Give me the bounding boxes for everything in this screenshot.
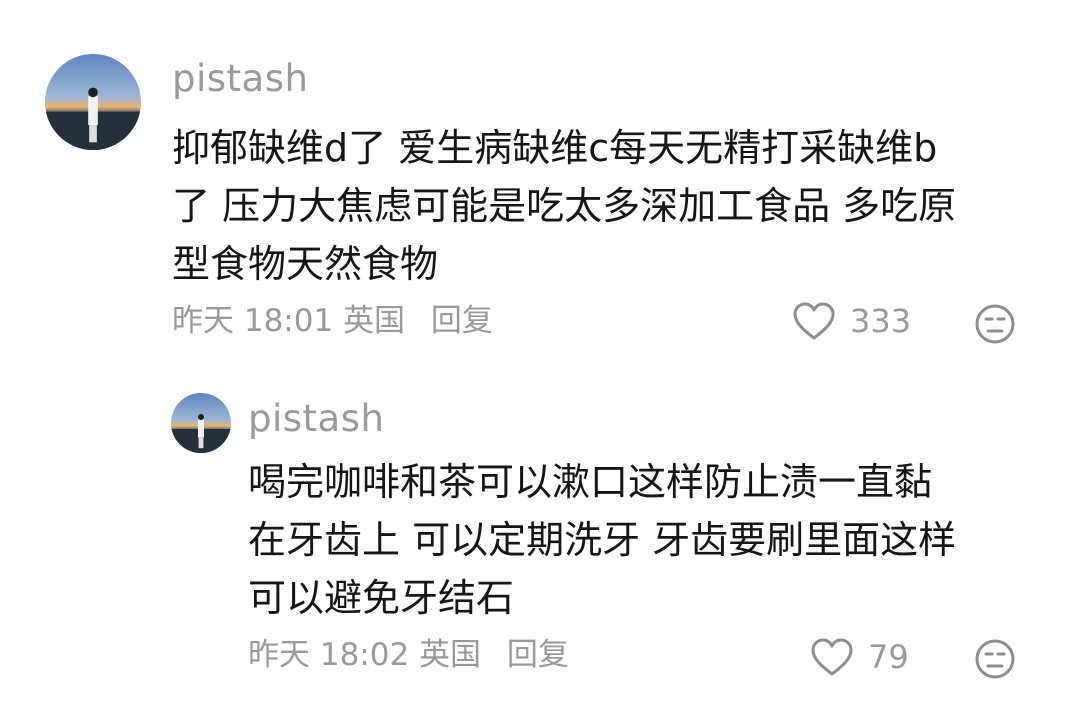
reply-button[interactable]: 回复 <box>507 637 569 673</box>
comment-time: 昨天 18:01 <box>172 303 334 339</box>
like-button[interactable]: 333 <box>792 301 911 341</box>
comment-location: 英国 <box>419 637 482 673</box>
comment-meta: 昨天 18:02 英国 回复 <box>248 640 569 671</box>
comment-location: 英国 <box>343 303 406 339</box>
comment-text-line: 喝完咖啡和茶可以漱口这样防止渍一直黏 <box>248 460 933 504</box>
reply-comment-item: pistash 喝完咖啡和茶可以漱口这样防止渍一直黏 在牙齿上 可以定期洗牙 牙… <box>0 370 1080 713</box>
comment-item: pistash 抑郁缺维d了 爱生病缺维c每天无精打采缺维b 了 压力大焦虑可能… <box>0 0 1080 370</box>
avatar[interactable] <box>171 393 231 453</box>
comment-time: 昨天 18:02 <box>248 637 410 673</box>
reaction-button[interactable] <box>974 303 1016 345</box>
unamused-face-icon <box>975 304 1015 344</box>
comment-text-line: 在牙齿上 可以定期洗牙 牙齿要刷里面这样 <box>248 518 957 562</box>
unamused-face-icon <box>975 639 1015 679</box>
like-count: 333 <box>850 302 912 340</box>
comment-meta: 昨天 18:01 英国 回复 <box>172 306 493 337</box>
comment-text-line: 抑郁缺维d了 爱生病缺维c每天无精打采缺维b <box>172 126 938 170</box>
heart-outline-icon <box>793 302 835 340</box>
reaction-button[interactable] <box>974 638 1016 680</box>
comment-text: 抑郁缺维d了 爱生病缺维c每天无精打采缺维b 了 压力大焦虑可能是吃太多深加工食… <box>172 119 956 293</box>
like-count: 79 <box>868 638 909 676</box>
comment-text-line: 了 压力大焦虑可能是吃太多深加工食品 多吃原 <box>172 184 957 228</box>
comment-text-line: 可以避免牙结石 <box>248 576 515 620</box>
heart-outline-icon <box>811 638 853 676</box>
comment-text-line: 型食物天然食物 <box>172 242 439 286</box>
username[interactable]: pistash <box>172 60 308 97</box>
username[interactable]: pistash <box>248 400 384 437</box>
like-button[interactable]: 79 <box>810 637 909 677</box>
reply-button[interactable]: 回复 <box>431 303 493 339</box>
comment-text: 喝完咖啡和茶可以漱口这样防止渍一直黏 在牙齿上 可以定期洗牙 牙齿要刷里面这样 … <box>248 453 956 627</box>
avatar[interactable] <box>45 54 141 150</box>
